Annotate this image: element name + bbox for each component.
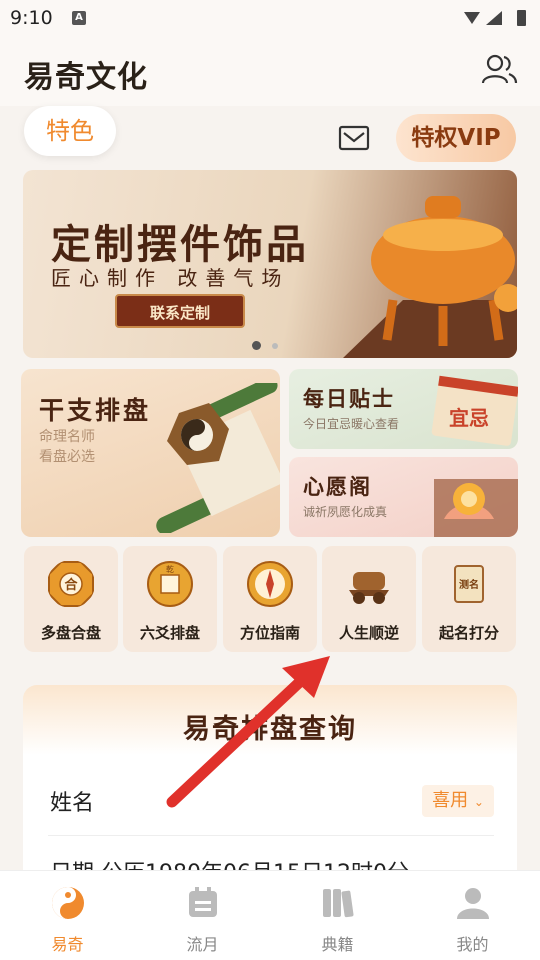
tab-yiqi[interactable]: 易奇 <box>0 871 135 960</box>
card-title: 每日贴士 <box>303 387 395 411</box>
tab-mine[interactable]: 我的 <box>405 871 540 960</box>
censer-image <box>343 196 517 358</box>
scroll-icon: 测名 <box>454 565 484 603</box>
banner-subtitle: 匠心制作 改善气场 <box>51 266 290 290</box>
svg-text:测名: 测名 <box>459 578 479 591</box>
tab-liuyue[interactable]: 流月 <box>135 871 270 960</box>
bottom-tab-bar: 易奇 流月 典籍 我的 <box>0 870 540 960</box>
mail-icon[interactable] <box>338 124 370 152</box>
vip-button[interactable]: 特权VIP <box>396 114 516 162</box>
badge-text: 宜忌 <box>449 406 489 430</box>
wish-pavilion-card[interactable]: 心愿阁 诚祈夙愿化成真 <box>289 457 518 537</box>
battery-icon <box>517 10 526 26</box>
tool-life-fortune[interactable]: 人生顺逆 <box>322 546 416 652</box>
query-title: 易奇排盘查询 <box>183 714 357 745</box>
lotus-lamp-image <box>434 479 518 537</box>
app-title: 易奇文化 <box>24 60 148 95</box>
xiyong-dropdown[interactable]: 喜用 ⌄ <box>422 785 494 817</box>
contact-custom-button[interactable]: 联系定制 <box>115 294 245 328</box>
tool-name-score[interactable]: 测名 起名打分 <box>422 546 516 652</box>
scroll-bagua-icon <box>156 383 280 533</box>
daily-tips-card[interactable]: 每日贴士 今日宜忌暖心查看 宜忌 <box>289 369 518 449</box>
tool-multi-chart[interactable]: 合 多盘合盘 <box>24 546 118 652</box>
card-title: 心愿阁 <box>303 475 372 499</box>
books-icon <box>323 889 354 918</box>
calendar-image: 宜忌 <box>431 375 518 446</box>
tool-label: 多盘合盘 <box>40 624 101 642</box>
tab-label: 易奇 <box>51 935 84 954</box>
special-tab[interactable]: 特色 <box>24 106 116 156</box>
status-icons <box>464 10 526 26</box>
xiyong-label: 喜用 <box>432 790 469 811</box>
bagua-icon: 合 <box>48 561 94 607</box>
carousel-dot-active[interactable] <box>252 341 261 350</box>
users-icon[interactable] <box>480 52 518 86</box>
query-form: 姓名 喜用 ⌄ 日期 公历1980年06月15日12时0分 <box>26 765 514 886</box>
promo-banner[interactable]: 定制摆件饰品 匠心制作 改善气场 联系定制 <box>23 170 517 358</box>
calendar-icon <box>189 887 217 917</box>
cart-icon <box>349 572 389 604</box>
tab-label: 我的 <box>456 935 489 954</box>
card-subtitle: 今日宜忌暖心查看 <box>303 417 400 431</box>
chevron-down-icon: ⌄ <box>473 795 484 809</box>
user-icon <box>457 888 489 919</box>
svg-text:合: 合 <box>64 577 78 593</box>
yiqi-icon <box>52 887 84 919</box>
name-label: 姓名 <box>50 791 95 816</box>
tab-label: 流月 <box>186 935 219 954</box>
tool-liuyao[interactable]: 乾 六爻排盘 <box>123 546 217 652</box>
signal-icon <box>486 11 502 25</box>
tab-label: 典籍 <box>321 935 354 954</box>
tool-label: 六爻排盘 <box>139 624 200 642</box>
tool-label: 方位指南 <box>239 624 300 642</box>
card-subtitle: 诚祈夙愿化成真 <box>303 505 388 519</box>
coin-icon: 乾 <box>147 561 193 607</box>
tool-direction[interactable]: 方位指南 <box>223 546 317 652</box>
divider <box>48 835 494 836</box>
status-time: 9:10 <box>10 7 53 29</box>
card-subtitle: 命理名师 看盘必选 <box>39 429 95 465</box>
tool-label: 人生顺逆 <box>338 624 399 642</box>
tool-label: 起名打分 <box>438 624 499 642</box>
notification-icon: A <box>72 11 86 25</box>
carousel-dot[interactable] <box>272 343 278 349</box>
compass-icon <box>247 561 293 607</box>
tab-dianji[interactable]: 典籍 <box>270 871 405 960</box>
ganzhi-paipan-card[interactable]: 干支排盘 命理名师 看盘必选 <box>21 369 280 537</box>
svg-text:乾: 乾 <box>166 564 174 574</box>
wifi-icon <box>464 12 480 24</box>
